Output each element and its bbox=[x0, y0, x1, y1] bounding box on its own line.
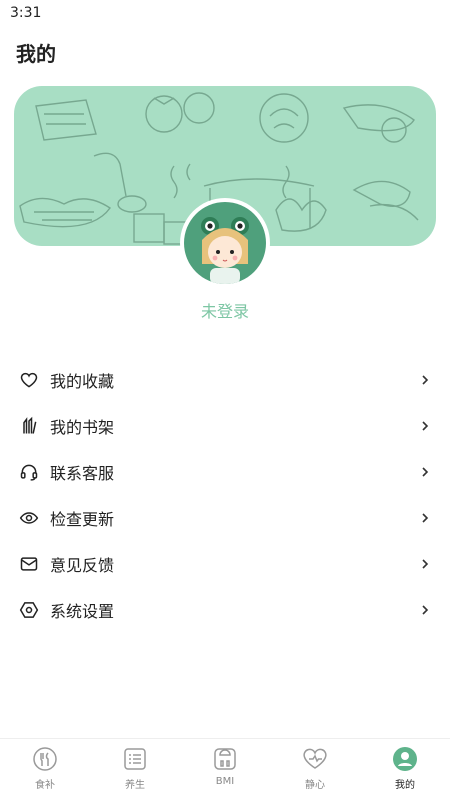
mail-icon bbox=[18, 553, 40, 575]
menu-label: 我的书架 bbox=[50, 418, 115, 437]
chevron-right-icon bbox=[422, 421, 429, 431]
headset-icon bbox=[18, 461, 40, 483]
heart-icon bbox=[18, 369, 40, 391]
user-avatar[interactable] bbox=[180, 198, 270, 288]
settings-menu: 我的收藏 我的书架 联系客服 检查更新 意见反馈 系统设置 bbox=[0, 357, 450, 633]
tab-bmi[interactable]: BMI bbox=[180, 739, 270, 800]
bookshelf-icon bbox=[18, 415, 40, 437]
menu-label: 检查更新 bbox=[50, 510, 115, 529]
tab-profile[interactable]: 我的 bbox=[360, 739, 450, 800]
tab-meditation[interactable]: 静心 bbox=[270, 739, 360, 800]
menu-label: 联系客服 bbox=[50, 464, 115, 483]
chevron-right-icon bbox=[422, 375, 429, 385]
page-title: 我的 bbox=[16, 42, 56, 66]
bottom-tab-bar: 食补 养生 BMI 静心 我的 bbox=[0, 738, 450, 800]
chevron-right-icon bbox=[422, 513, 429, 523]
tab-label: 静心 bbox=[305, 780, 325, 791]
chevron-right-icon bbox=[422, 559, 429, 569]
menu-item-bookshelf[interactable]: 我的书架 bbox=[0, 403, 450, 449]
menu-item-system-settings[interactable]: 系统设置 bbox=[0, 587, 450, 633]
chevron-right-icon bbox=[422, 467, 429, 477]
tab-health[interactable]: 养生 bbox=[90, 739, 180, 800]
avatar-illustration bbox=[201, 217, 249, 284]
status-time: 3:31 bbox=[10, 5, 42, 21]
menu-label: 我的收藏 bbox=[50, 372, 115, 391]
menu-item-customer-service[interactable]: 联系客服 bbox=[0, 449, 450, 495]
update-eye-icon bbox=[18, 507, 40, 529]
status-bar: 3:31 bbox=[0, 0, 450, 26]
login-status[interactable]: 未登录 bbox=[0, 298, 450, 322]
tab-label: 食补 bbox=[35, 780, 55, 791]
settings-icon bbox=[18, 599, 40, 621]
menu-item-favorites[interactable]: 我的收藏 bbox=[0, 357, 450, 403]
chevron-right-icon bbox=[422, 605, 429, 615]
list-icon bbox=[124, 748, 146, 770]
menu-item-check-update[interactable]: 检查更新 bbox=[0, 495, 450, 541]
tab-label: BMI bbox=[215, 776, 235, 787]
food-icon bbox=[33, 747, 57, 771]
tab-label: 养生 bbox=[125, 780, 145, 791]
profile-icon bbox=[393, 747, 417, 771]
heart-pulse-icon bbox=[303, 748, 327, 769]
menu-label: 系统设置 bbox=[50, 602, 115, 621]
tab-food[interactable]: 食补 bbox=[0, 739, 90, 800]
menu-item-feedback[interactable]: 意见反馈 bbox=[0, 541, 450, 587]
menu-label: 意见反馈 bbox=[50, 556, 115, 575]
tab-label: 我的 bbox=[395, 780, 415, 791]
scale-icon bbox=[214, 748, 236, 770]
